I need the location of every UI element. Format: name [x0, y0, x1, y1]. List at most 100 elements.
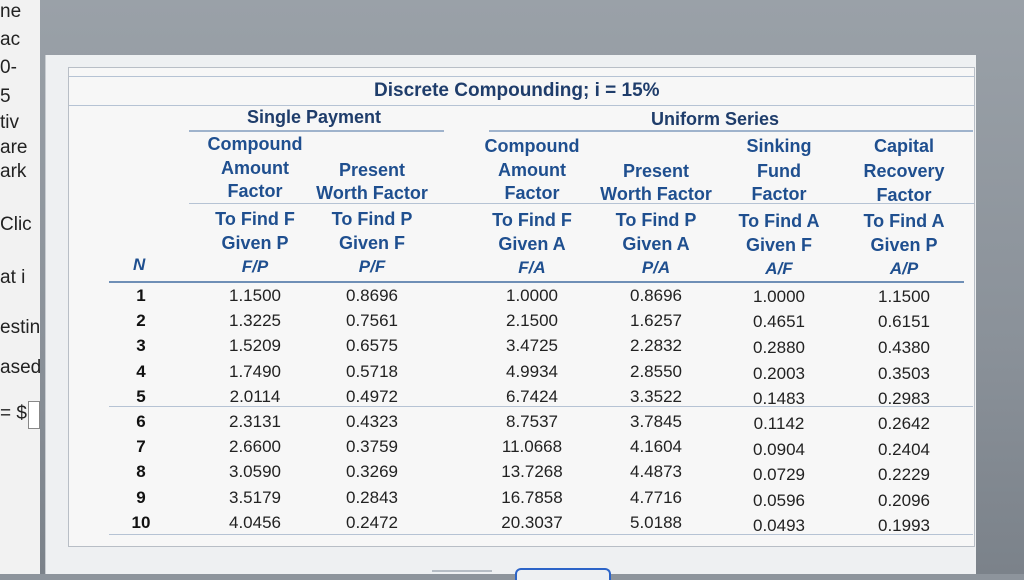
row-n-cell: 9	[136, 488, 146, 507]
table-cell: 0.3503	[878, 364, 930, 383]
table-cell: 1.6257	[630, 311, 682, 330]
answer-input-field[interactable]	[28, 401, 40, 429]
row-n-cell: 8	[136, 462, 146, 481]
table-cell: 1.1500	[229, 286, 281, 305]
table-cell: 16.7858	[501, 488, 563, 507]
table-cell: 11.0668	[501, 437, 563, 456]
col-header-title: Worth Factor	[600, 184, 712, 204]
col-header-title: Compound	[207, 134, 303, 154]
left-text-fragment: ased	[0, 358, 40, 378]
table-cell: 2.1500	[506, 311, 558, 330]
col-header-given: Given A	[498, 234, 566, 254]
table-cell: 1.5209	[229, 336, 281, 355]
table-cell: 8.7537	[506, 412, 558, 431]
left-page-fragment: ne ac 0- 5 tiv are ark Clic at i estin a…	[0, 0, 40, 574]
col-header-title: Factor	[876, 185, 932, 205]
table-rule	[69, 76, 974, 77]
left-text-fragment: ac	[0, 30, 21, 50]
left-text-fragment: ne	[0, 2, 22, 22]
uniform-series-rule	[489, 130, 973, 132]
col-header-given: Given F	[745, 235, 812, 255]
table-cell: 0.8696	[630, 286, 682, 305]
table-cell: 4.4873	[630, 462, 682, 481]
table-cell: 0.2229	[878, 465, 930, 484]
col-header-symbol: F/A	[518, 258, 546, 277]
table-cell: 0.0596	[753, 491, 805, 510]
table-cell: 3.0590	[229, 462, 281, 481]
table-cell: 4.0456	[229, 513, 281, 532]
table-cell: 0.2003	[753, 364, 805, 383]
table-cell: 5.0188	[630, 513, 682, 532]
left-text-fragment: ark	[0, 162, 27, 182]
col-header-given: Given F	[338, 233, 405, 253]
table-cell: 0.4323	[346, 412, 398, 431]
col-header-title: Factor	[504, 183, 560, 203]
col-header-find: To Find A	[738, 211, 820, 231]
table-cell: 1.7490	[229, 362, 281, 381]
col-header-given: Given P	[221, 233, 289, 253]
table-cell: 3.5179	[229, 488, 281, 507]
table-cell: 0.3269	[346, 462, 398, 481]
table-cell: 4.1604	[630, 437, 682, 456]
table-cell: 2.8550	[630, 362, 682, 381]
table-rule	[69, 105, 974, 106]
col-header-title: Amount	[498, 160, 566, 180]
table-cell: 0.2983	[878, 389, 930, 408]
left-text-fragment: at i	[0, 268, 26, 288]
col-header-title: Capital	[873, 136, 934, 156]
table-cell: 1.1500	[878, 287, 930, 306]
table-cell: 0.2472	[346, 513, 398, 532]
col-header-symbol: A/P	[889, 259, 919, 278]
col-header-find: To Find P	[615, 210, 697, 230]
single-payment-rule	[189, 130, 444, 132]
n-column-header: N	[133, 255, 146, 274]
col-header-given: Given P	[870, 235, 938, 255]
left-text-fragment: 5	[0, 87, 11, 107]
col-header-find: To Find A	[863, 211, 945, 231]
row-n-cell: 6	[136, 412, 146, 431]
table-cell: 0.0904	[753, 440, 805, 459]
table-cell: 0.7561	[346, 311, 398, 330]
table-cell: 0.2843	[346, 488, 398, 507]
row-n-cell: 3	[136, 336, 146, 355]
table-cell: 0.1483	[753, 389, 805, 408]
table-cell: 0.3759	[346, 437, 398, 456]
table-cell: 3.3522	[630, 387, 682, 406]
submit-button[interactable]	[515, 568, 611, 580]
table-cell: 0.4651	[753, 312, 805, 331]
col-header-find: To Find F	[492, 210, 572, 230]
table-cell: 1.3225	[229, 311, 281, 330]
col-header-title: Worth Factor	[316, 183, 428, 203]
table-cell: 0.1993	[878, 516, 930, 535]
left-text-fragment: estin	[0, 318, 40, 338]
col-header-title: Factor	[227, 181, 283, 201]
table-cell: 3.4725	[506, 336, 558, 355]
table-cell: 3.7845	[630, 412, 682, 431]
table-cell: 2.6600	[229, 437, 281, 456]
row-n-cell: 2	[136, 311, 146, 330]
col-header-title: Compound	[484, 136, 580, 156]
table-cell: 0.6575	[346, 336, 398, 355]
table-cell: 0.2642	[878, 414, 930, 433]
table-cell: 0.1142	[753, 414, 805, 433]
left-text-fragment: tiv	[0, 113, 19, 133]
table-cell: 1.0000	[753, 287, 805, 306]
table-cell: 4.9934	[506, 362, 558, 381]
table-cell: 20.3037	[501, 513, 563, 532]
left-text-fragment: 0-	[0, 58, 17, 78]
col-header-title: Factor	[751, 184, 807, 204]
table-cell: 0.0493	[753, 516, 805, 535]
table-cell: 2.2832	[630, 336, 682, 355]
left-text-fragment: Clic	[0, 215, 32, 235]
table-cell: 1.0000	[506, 286, 558, 305]
row-n-cell: 5	[136, 387, 146, 406]
footer-divider	[432, 570, 492, 578]
table-cell: 0.4972	[346, 387, 398, 406]
table-cell: 0.2404	[878, 440, 930, 459]
col-header-symbol: P/A	[641, 258, 671, 277]
table-cell: 0.6151	[878, 312, 930, 331]
col-header-title: Present	[622, 161, 690, 181]
table-cell: 13.7268	[501, 462, 563, 481]
col-header-title: Amount	[221, 158, 289, 178]
col-header-symbol: P/F	[358, 257, 386, 276]
